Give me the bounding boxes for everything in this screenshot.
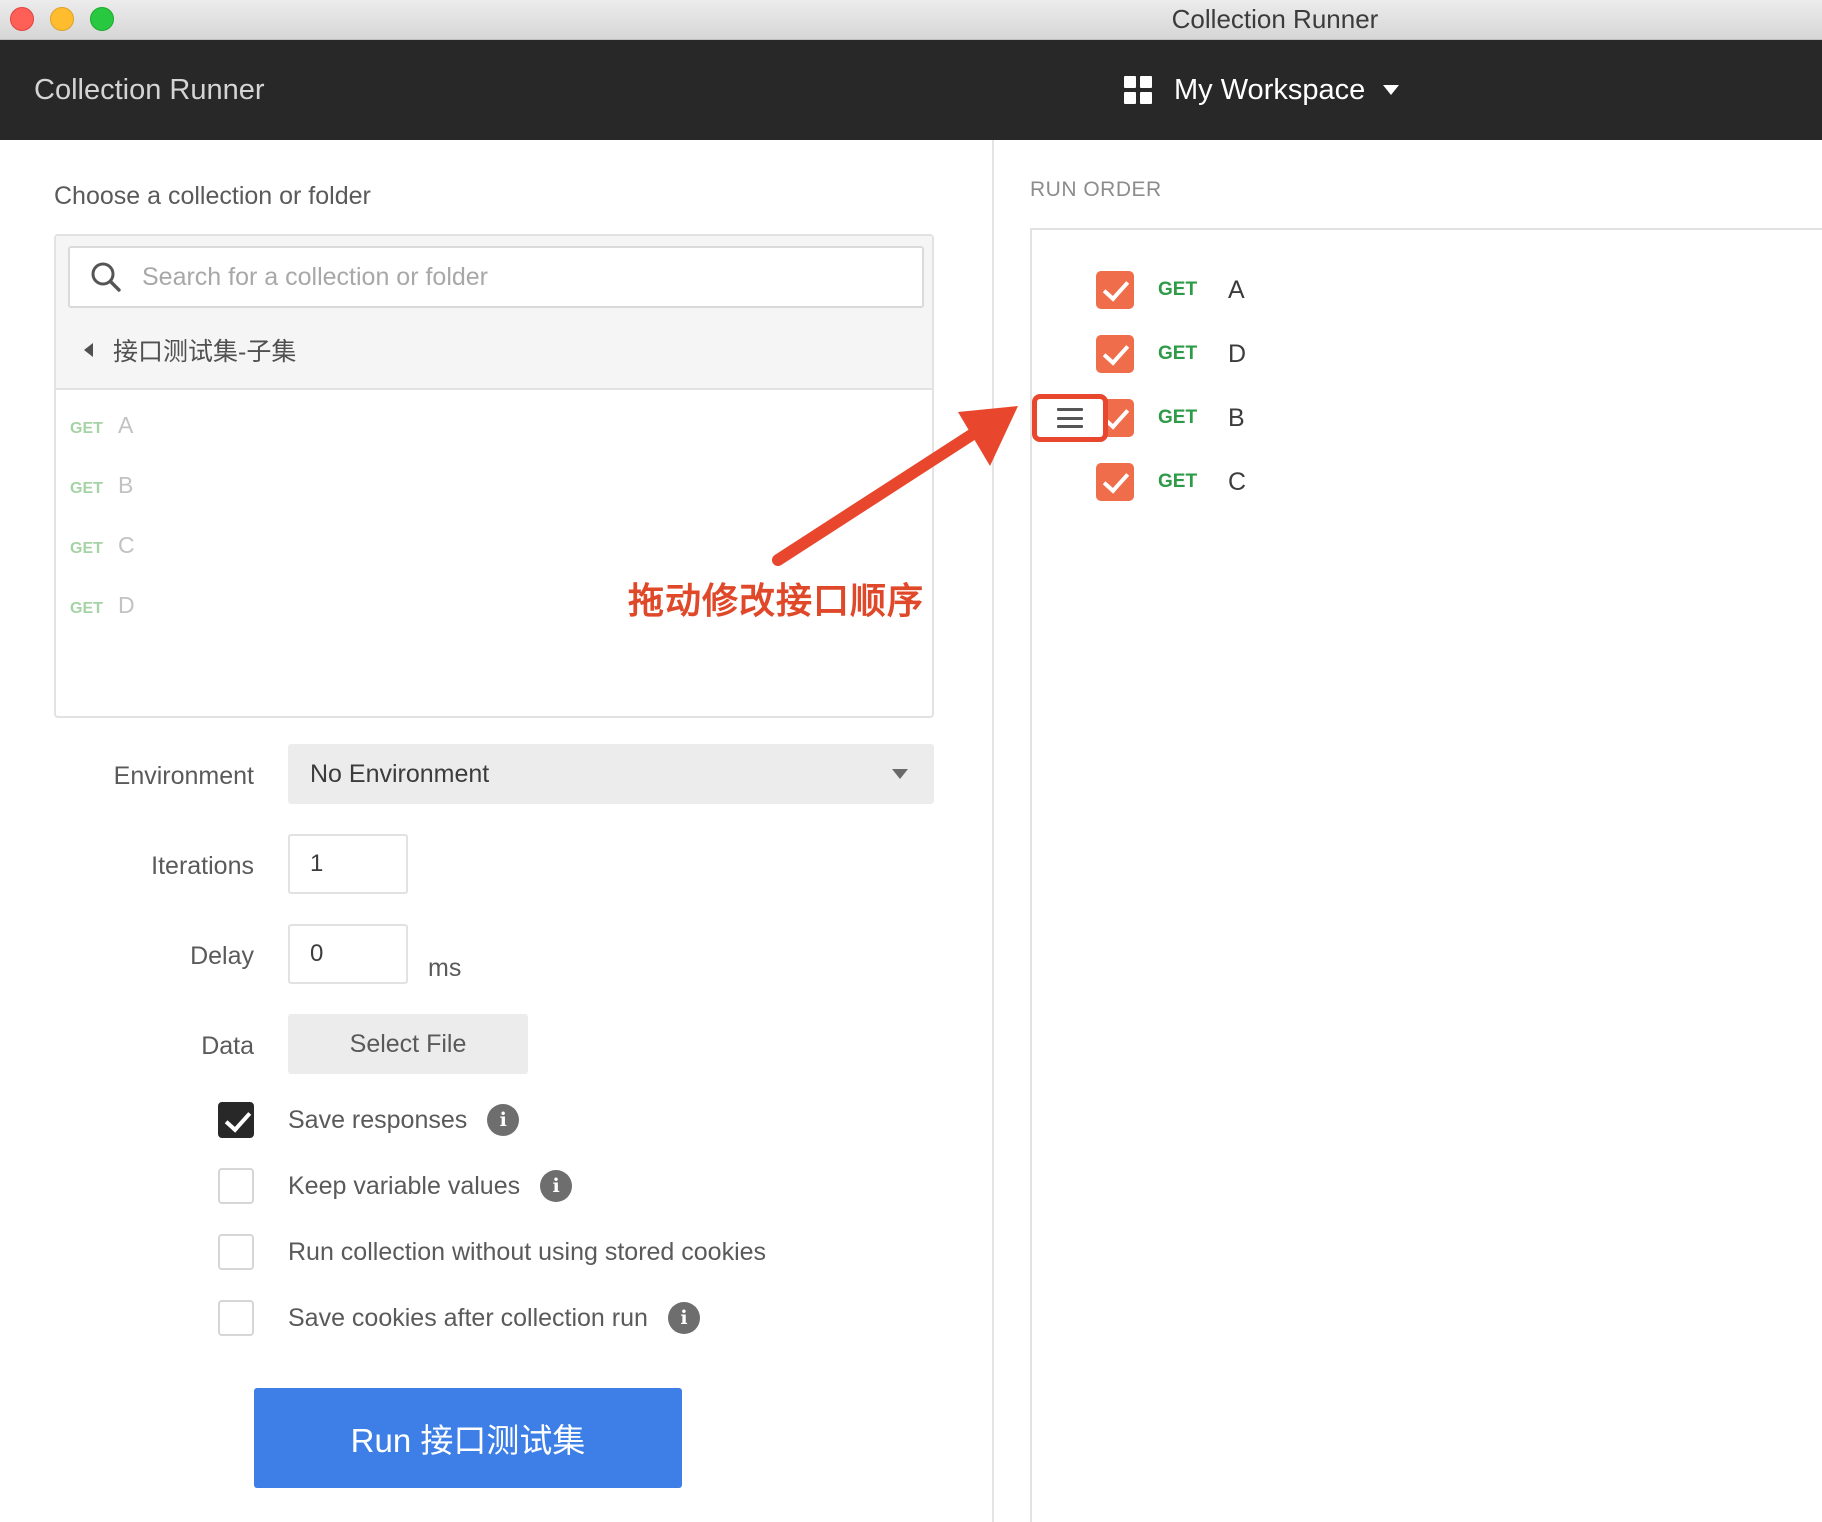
collection-picker: 接口测试集-子集 GET A GET B GET C GET D bbox=[54, 234, 934, 718]
collection-picker-label: Choose a collection or folder bbox=[54, 182, 371, 210]
request-method: GET bbox=[1158, 279, 1198, 300]
run-order-checkbox[interactable] bbox=[1096, 271, 1134, 309]
delay-unit-label: ms bbox=[428, 954, 462, 982]
environment-value: No Environment bbox=[310, 760, 490, 788]
request-name: A bbox=[1228, 275, 1245, 304]
chevron-left-icon bbox=[84, 343, 93, 357]
option-save-cookies: Save cookies after collection run i bbox=[218, 1300, 700, 1336]
request-method: GET bbox=[70, 420, 103, 437]
save-cookies-checkbox[interactable] bbox=[218, 1300, 254, 1336]
option-label: Run collection without using stored cook… bbox=[288, 1237, 767, 1266]
search-input[interactable] bbox=[142, 256, 902, 298]
run-collection-button[interactable]: Run 接口测试集 bbox=[254, 1388, 682, 1488]
run-order-list: GET A GET D GET B GET C bbox=[1030, 228, 1822, 1522]
info-icon[interactable]: i bbox=[487, 1104, 520, 1136]
window-title: Collection Runner bbox=[1171, 4, 1379, 34]
data-label: Data bbox=[201, 1032, 254, 1060]
request-list-item[interactable]: GET D bbox=[70, 592, 135, 619]
run-order-checkbox[interactable] bbox=[1096, 335, 1134, 373]
request-method: GET bbox=[70, 540, 103, 557]
request-list-item[interactable]: GET B bbox=[70, 472, 133, 499]
request-name: D bbox=[118, 592, 135, 618]
search-icon bbox=[91, 262, 121, 292]
run-order-checkbox[interactable] bbox=[1096, 463, 1134, 501]
environment-label: Environment bbox=[113, 762, 254, 790]
option-no-stored-cookies: Run collection without using stored cook… bbox=[218, 1234, 766, 1270]
request-method: GET bbox=[70, 480, 103, 497]
run-order-heading: RUN ORDER bbox=[1030, 178, 1162, 201]
no-stored-cookies-checkbox[interactable] bbox=[218, 1234, 254, 1270]
environment-select[interactable]: No Environment bbox=[288, 744, 934, 804]
delay-input[interactable] bbox=[288, 924, 408, 984]
workspace-label: My Workspace bbox=[1174, 73, 1366, 106]
delay-label: Delay bbox=[190, 942, 254, 970]
workspace-grid-icon bbox=[1124, 76, 1152, 104]
app-title: Collection Runner bbox=[34, 74, 265, 106]
keep-variable-values-checkbox[interactable] bbox=[218, 1168, 254, 1204]
request-method: GET bbox=[1158, 407, 1198, 428]
iterations-input[interactable] bbox=[288, 834, 408, 894]
app-header: Collection Runner My Workspace bbox=[0, 40, 1822, 140]
request-method: GET bbox=[1158, 471, 1198, 492]
request-method: GET bbox=[1158, 343, 1198, 364]
chevron-down-icon bbox=[892, 769, 908, 779]
drag-handle[interactable] bbox=[1032, 394, 1108, 442]
option-label: Save cookies after collection run bbox=[288, 1303, 648, 1332]
iterations-label: Iterations bbox=[151, 852, 254, 880]
select-file-button[interactable]: Select File bbox=[288, 1014, 528, 1074]
current-folder-label: 接口测试集-子集 bbox=[113, 338, 297, 366]
collection-picker-header: 接口测试集-子集 bbox=[56, 236, 932, 390]
request-list-item[interactable]: GET A bbox=[70, 412, 133, 439]
runner-config-panel: Choose a collection or folder 接口测试集-子集 G… bbox=[0, 140, 994, 1522]
option-label: Keep variable values bbox=[288, 1171, 521, 1200]
info-icon[interactable]: i bbox=[667, 1302, 700, 1334]
chevron-down-icon bbox=[1383, 85, 1400, 95]
run-order-panel: RUN ORDER GET A GET D GET B GET C bbox=[996, 140, 1822, 1522]
hamburger-icon bbox=[1057, 408, 1083, 428]
option-keep-variable-values: Keep variable values i bbox=[218, 1168, 573, 1204]
option-label: Save responses bbox=[288, 1105, 468, 1134]
run-order-item[interactable]: GET C bbox=[1032, 454, 1812, 510]
run-order-item[interactable]: GET D bbox=[1032, 326, 1812, 382]
run-order-item[interactable]: GET B bbox=[1032, 390, 1812, 446]
save-responses-checkbox[interactable] bbox=[218, 1102, 254, 1138]
annotation-text: 拖动修改接口顺序 bbox=[628, 580, 925, 621]
request-name: C bbox=[1228, 467, 1247, 496]
request-name: C bbox=[118, 532, 135, 558]
request-name: B bbox=[118, 472, 134, 498]
run-order-item[interactable]: GET A bbox=[1032, 262, 1812, 318]
request-list-item[interactable]: GET C bbox=[70, 532, 135, 559]
request-name: D bbox=[1228, 339, 1247, 368]
request-method: GET bbox=[70, 600, 103, 617]
info-icon[interactable]: i bbox=[540, 1170, 573, 1202]
request-name: A bbox=[118, 412, 134, 438]
option-save-responses: Save responses i bbox=[218, 1102, 520, 1138]
request-name: B bbox=[1228, 403, 1245, 432]
folder-back-button[interactable]: 接口测试集-子集 bbox=[84, 332, 296, 368]
window-title-bar: Collection Runner bbox=[0, 0, 1822, 40]
workspace-switcher[interactable]: My Workspace bbox=[1124, 70, 1400, 110]
search-box bbox=[68, 246, 924, 308]
